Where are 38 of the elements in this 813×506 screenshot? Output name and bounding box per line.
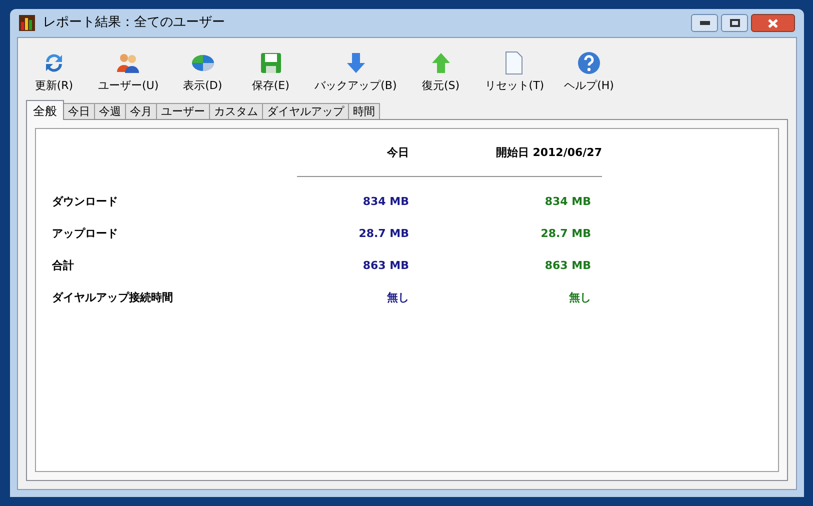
toolbar-button[interactable]: 更新(R) xyxy=(24,50,84,94)
table-cell-text: 無し xyxy=(568,290,591,306)
minimize-icon xyxy=(700,21,710,25)
toolbar-button[interactable]: 保存(E) xyxy=(240,50,301,94)
table-cell-text: 28.7 MB xyxy=(358,226,409,242)
tab[interactable]: カスタム xyxy=(209,103,263,120)
toolbar-button[interactable]: ヘルプ(H) xyxy=(558,50,620,94)
table-cell-text: 28.7 MB xyxy=(540,226,591,242)
close-icon xyxy=(768,18,778,28)
table-cell-text: 863 MB xyxy=(544,258,591,274)
tab[interactable]: 全般 xyxy=(26,100,64,120)
tab[interactable]: 今週 xyxy=(94,103,126,120)
row-label: ダイヤルアップ接続時間 xyxy=(52,290,174,306)
table-cell-text: 834 MB xyxy=(362,194,409,210)
table-cell-text: 無し xyxy=(386,290,409,306)
bar-chart-icon xyxy=(19,15,35,31)
close-button[interactable] xyxy=(751,14,795,32)
tab[interactable]: ダイヤルアップ xyxy=(262,103,349,120)
row-label: アップロード xyxy=(52,226,119,242)
column-header: 今日 xyxy=(386,145,409,161)
tab[interactable]: 今月 xyxy=(125,103,157,120)
tab[interactable]: 時間 xyxy=(348,103,380,120)
question-mark-icon xyxy=(577,50,602,74)
toolbar-button[interactable]: バックアップ(B) xyxy=(308,50,403,94)
column-header: 開始日 2012/06/27 xyxy=(494,145,602,161)
tab[interactable]: ユーザー xyxy=(156,103,210,120)
toolbar-button[interactable]: 表示(D) xyxy=(172,50,233,94)
row-label: ダウンロード xyxy=(52,194,119,210)
minimize-button[interactable] xyxy=(691,14,718,32)
toolbar-button[interactable]: ユーザー(U) xyxy=(92,50,165,94)
window-title: レポート結果：全てのユーザー xyxy=(43,14,225,32)
table-cell-text: 863 MB xyxy=(362,258,409,274)
row-label: 合計 xyxy=(52,258,75,274)
table-cell-text: 834 MB xyxy=(544,194,591,210)
toolbar-button[interactable]: リセット(T) xyxy=(478,50,550,94)
toolbar-button[interactable]: 復元(S) xyxy=(410,50,471,94)
maximize-icon xyxy=(730,19,740,27)
maximize-button[interactable] xyxy=(721,14,748,32)
